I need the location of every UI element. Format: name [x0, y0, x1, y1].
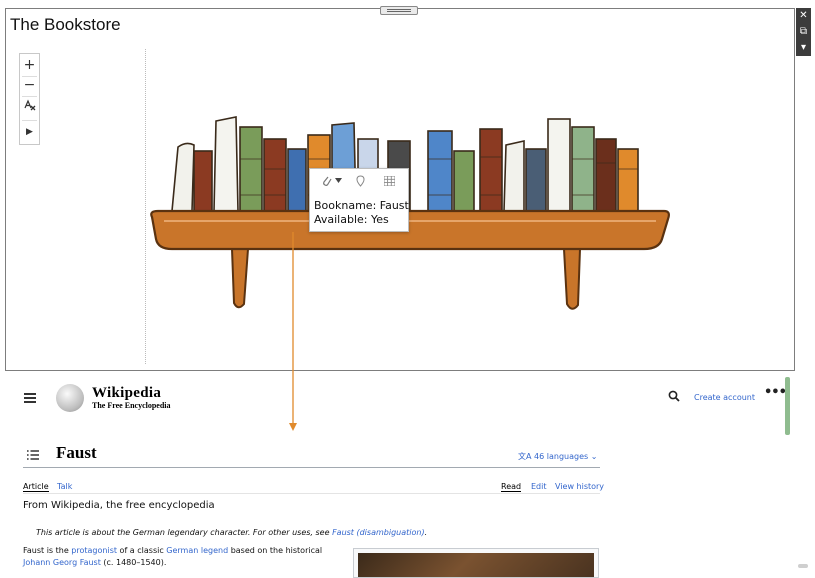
- lead-text: Faust is the: [23, 546, 69, 555]
- lead-text: (c. 1480–1540).: [103, 558, 167, 567]
- disambiguation-link[interactable]: Faust (disambiguation): [332, 528, 425, 537]
- johann-georg-faust-link[interactable]: Johann Georg Faust: [23, 558, 101, 567]
- protagonist-link[interactable]: protagonist: [71, 546, 117, 555]
- german-legend-link[interactable]: German legend: [166, 546, 228, 555]
- language-selector[interactable]: 文A 46 languages ⌄: [518, 451, 597, 462]
- chevron-down-icon: ⌄: [590, 452, 598, 461]
- page-scrollbar[interactable]: [785, 377, 790, 435]
- wikipedia-tagline: The Free Encyclopedia: [92, 401, 171, 410]
- faust-portrait-image: [358, 553, 594, 577]
- tab-edit[interactable]: Edit: [531, 482, 547, 491]
- lead-text: based on the historical: [230, 546, 323, 555]
- divider: [23, 493, 600, 494]
- infobox-image[interactable]: [353, 548, 599, 578]
- wikipedia-wordmark: Wikipedia: [92, 385, 162, 401]
- search-icon[interactable]: [668, 390, 680, 402]
- tab-view-history[interactable]: View history: [555, 482, 604, 491]
- tab-talk[interactable]: Talk: [57, 482, 72, 491]
- hatnote: This article is about the German legenda…: [36, 528, 427, 537]
- scroll-thumb[interactable]: [798, 564, 808, 568]
- tab-article[interactable]: Article: [23, 482, 49, 492]
- wikipedia-globe-logo[interactable]: [56, 384, 84, 412]
- main-menu-icon[interactable]: [24, 393, 36, 403]
- hatnote-text: This article is about the German legenda…: [36, 528, 330, 537]
- translate-icon: 文A: [518, 452, 532, 461]
- article-title: Faust: [56, 443, 97, 462]
- lead-text: of a classic: [119, 546, 164, 555]
- lead-paragraph: Faust is the protagonist of a classic Ge…: [23, 545, 343, 569]
- create-account-link[interactable]: Create account: [694, 393, 755, 402]
- hatnote-end: .: [424, 528, 428, 537]
- tab-read[interactable]: Read: [501, 482, 522, 492]
- divider: [23, 467, 600, 468]
- site-subtitle: From Wikipedia, the free encyclopedia: [23, 500, 215, 511]
- wikipedia-page: Wikipedia The Free Encyclopedia Create a…: [0, 372, 815, 578]
- more-options-icon[interactable]: •••: [764, 385, 787, 400]
- languages-label: 46 languages: [534, 452, 589, 461]
- table-of-contents-icon[interactable]: [27, 450, 39, 460]
